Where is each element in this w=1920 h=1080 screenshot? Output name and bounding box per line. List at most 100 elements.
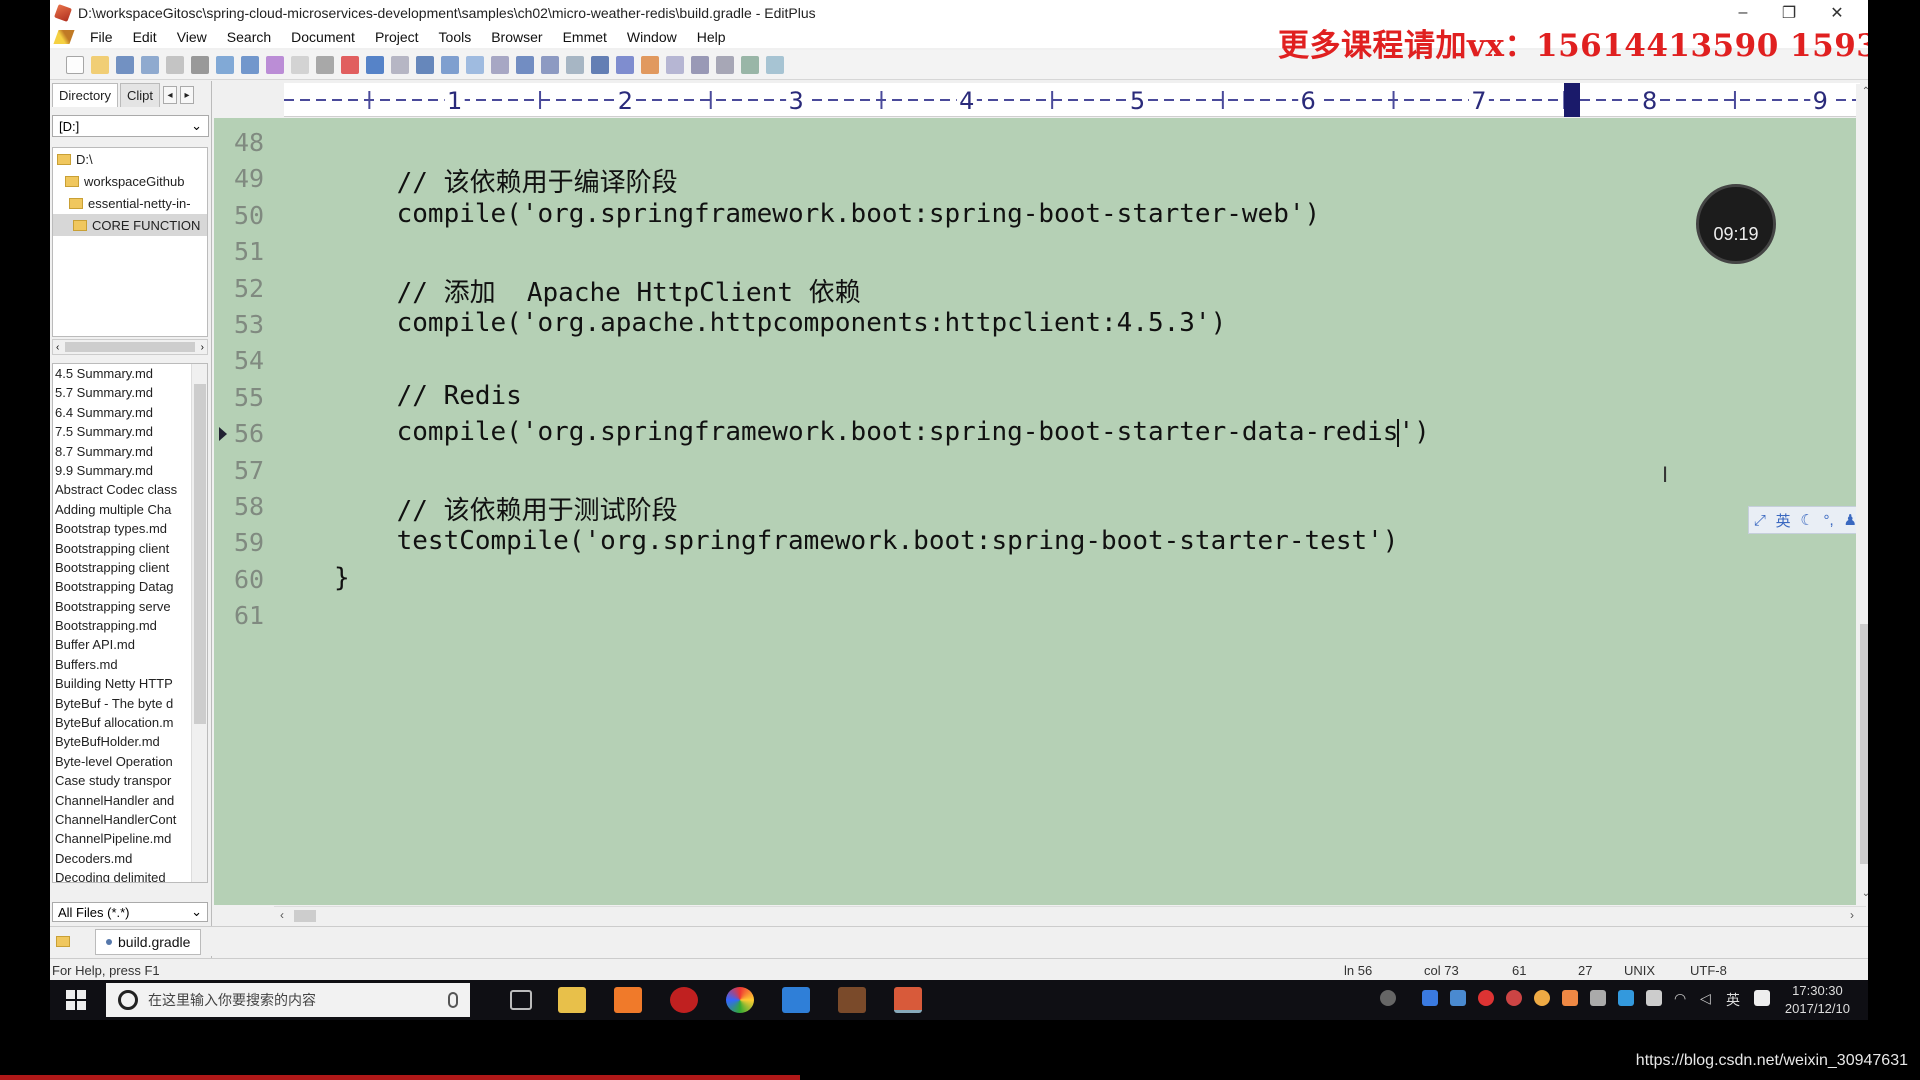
file-explorer-icon[interactable] <box>558 987 586 1013</box>
tree-node[interactable]: workspaceGithub <box>53 170 207 192</box>
code-line[interactable]: } <box>334 563 350 593</box>
doc-tab-build-gradle[interactable]: build.gradle <box>95 928 202 955</box>
file-list-item[interactable]: 6.4 Summary.md <box>53 403 189 422</box>
file-list-item[interactable]: Byte-level Operation <box>53 752 189 771</box>
tray-person-icon[interactable] <box>1380 990 1396 1006</box>
file-list-item[interactable]: 8.7 Summary.md <box>53 442 189 461</box>
find-in-files-icon[interactable] <box>466 55 484 74</box>
file-list-item[interactable]: ChannelHandlerCont <box>53 810 189 829</box>
scroll-thumb[interactable] <box>194 384 206 724</box>
scroll-left-icon[interactable]: ‹ <box>280 908 284 922</box>
replace-icon[interactable] <box>441 55 459 74</box>
powerpoint-icon[interactable] <box>614 987 642 1013</box>
ime-expand-icon[interactable]: ⤢ <box>1754 512 1766 529</box>
editor-horizontal-scrollbar[interactable]: ‹ › <box>274 906 1866 924</box>
undo-icon[interactable] <box>366 55 384 74</box>
scroll-up-icon[interactable]: ⌃ <box>1856 86 1868 97</box>
file-list-item[interactable]: Bootstrapping.md <box>53 616 189 635</box>
editplus-taskbar-icon[interactable] <box>894 987 922 1013</box>
notification-icon[interactable] <box>1754 990 1770 1006</box>
paste-icon[interactable] <box>316 55 334 74</box>
file-list-item[interactable]: ByteBuf - The byte d <box>53 694 189 713</box>
scroll-left-icon[interactable]: ‹ <box>56 342 59 353</box>
print-preview-icon[interactable] <box>216 55 234 74</box>
open-folder-icon[interactable] <box>91 55 109 74</box>
menu-project[interactable]: Project <box>365 29 429 45</box>
task-view-icon[interactable] <box>510 990 532 1010</box>
tray-app-icon[interactable] <box>1646 990 1662 1006</box>
code-line[interactable]: compile('org.apache.httpcomponents:httpc… <box>334 308 1227 338</box>
scroll-thumb[interactable] <box>1860 624 1868 864</box>
tray-app-icon[interactable] <box>1506 990 1522 1006</box>
menu-browser[interactable]: Browser <box>481 29 552 45</box>
goto-icon[interactable] <box>491 55 509 74</box>
tab-left-arrow-icon[interactable]: ◂ <box>163 86 178 104</box>
volume-icon[interactable]: ◁ <box>1700 990 1716 1006</box>
file-list-item[interactable]: ChannelPipeline.md <box>53 829 189 848</box>
cut-icon[interactable] <box>266 55 284 74</box>
code-line[interactable]: testCompile('org.springframework.boot:sp… <box>334 526 1399 556</box>
cascade-icon[interactable] <box>716 55 734 74</box>
save-icon[interactable] <box>116 55 134 74</box>
file-list-item[interactable]: Buffers.md <box>53 655 189 674</box>
code-line[interactable]: // 该依赖用于编译阶段 <box>334 162 678 199</box>
browser-icon[interactable] <box>741 55 759 74</box>
tray-app-icon[interactable] <box>1534 990 1550 1006</box>
ime-language[interactable]: 英 <box>1776 510 1791 531</box>
menu-edit[interactable]: Edit <box>123 29 167 45</box>
tray-app-icon[interactable] <box>1590 990 1606 1006</box>
taskbar-clock[interactable]: 17:30:30 2017/12/10 <box>1785 982 1850 1018</box>
file-list-item[interactable]: Bootstrapping client <box>53 539 189 558</box>
file-list-item[interactable]: 7.5 Summary.md <box>53 422 189 441</box>
menu-window[interactable]: Window <box>617 29 687 45</box>
tree-node[interactable]: essential-netty-in- <box>53 192 207 214</box>
check-icon[interactable] <box>641 55 659 74</box>
network-app-icon[interactable] <box>782 987 810 1013</box>
menu-file[interactable]: File <box>80 29 123 45</box>
file-list-item[interactable]: Case study transpor <box>53 771 189 790</box>
code-line[interactable]: // 添加 Apache HttpClient 依赖 <box>334 272 861 309</box>
file-list-item[interactable]: Decoding delimited <box>53 868 189 882</box>
file-list-item[interactable]: Building Netty HTTP <box>53 674 189 693</box>
app-icon[interactable] <box>838 987 866 1013</box>
microphone-icon[interactable] <box>448 992 458 1008</box>
windows-start-icon[interactable] <box>66 990 86 1010</box>
scroll-thumb[interactable] <box>294 910 316 922</box>
file-filter-select[interactable]: All Files (*.*) ⌄ <box>52 902 208 922</box>
font-icon[interactable] <box>516 55 534 74</box>
tree-horizontal-scrollbar[interactable]: ‹ › <box>52 339 208 355</box>
ime-punctuation-icon[interactable]: °, <box>1824 512 1834 529</box>
chrome-icon[interactable] <box>726 987 754 1013</box>
spell-check-icon[interactable] <box>241 55 259 74</box>
find-icon[interactable] <box>416 55 434 74</box>
recorder-icon[interactable] <box>670 987 698 1013</box>
tray-app-icon[interactable] <box>1450 990 1466 1006</box>
menu-tools[interactable]: Tools <box>429 29 482 45</box>
file-list-item[interactable]: 9.9 Summary.md <box>53 461 189 480</box>
tray-app-icon[interactable] <box>1422 990 1438 1006</box>
file-list-item[interactable]: 5.7 Summary.md <box>53 383 189 402</box>
file-list-item[interactable]: Buffer API.md <box>53 635 189 654</box>
file-list-item[interactable]: Bootstrapping client <box>53 558 189 577</box>
file-list-item[interactable]: Bootstrapping serve <box>53 597 189 616</box>
file-list-item[interactable]: ByteBufHolder.md <box>53 732 189 751</box>
file-list-item[interactable]: Decoders.md <box>53 849 189 868</box>
wifi-icon[interactable]: ◠ <box>1674 990 1690 1006</box>
menu-view[interactable]: View <box>167 29 217 45</box>
hex-icon[interactable] <box>541 55 559 74</box>
window-icon[interactable] <box>666 55 684 74</box>
tab-right-arrow-icon[interactable]: ▸ <box>180 86 195 104</box>
tab-directory[interactable]: Directory <box>52 83 119 107</box>
menu-document[interactable]: Document <box>281 29 365 45</box>
copy-icon[interactable] <box>291 55 309 74</box>
redo-icon[interactable] <box>391 55 409 74</box>
scroll-down-icon[interactable]: ⌄ <box>1856 888 1868 899</box>
code-line[interactable]: compile('org.springframework.boot:spring… <box>334 199 1321 229</box>
tray-app-icon[interactable] <box>1478 990 1494 1006</box>
file-list-item[interactable]: ChannelHandler and <box>53 791 189 810</box>
taskbar-search[interactable]: 在这里输入你要搜索的内容 <box>106 983 470 1017</box>
taskbar-ime-indicator[interactable]: 英 <box>1726 990 1746 1008</box>
indent-icon[interactable] <box>591 55 609 74</box>
file-list-item[interactable]: Bootstrap types.md <box>53 519 189 538</box>
tab-cliptext[interactable]: Clipt <box>120 83 161 107</box>
